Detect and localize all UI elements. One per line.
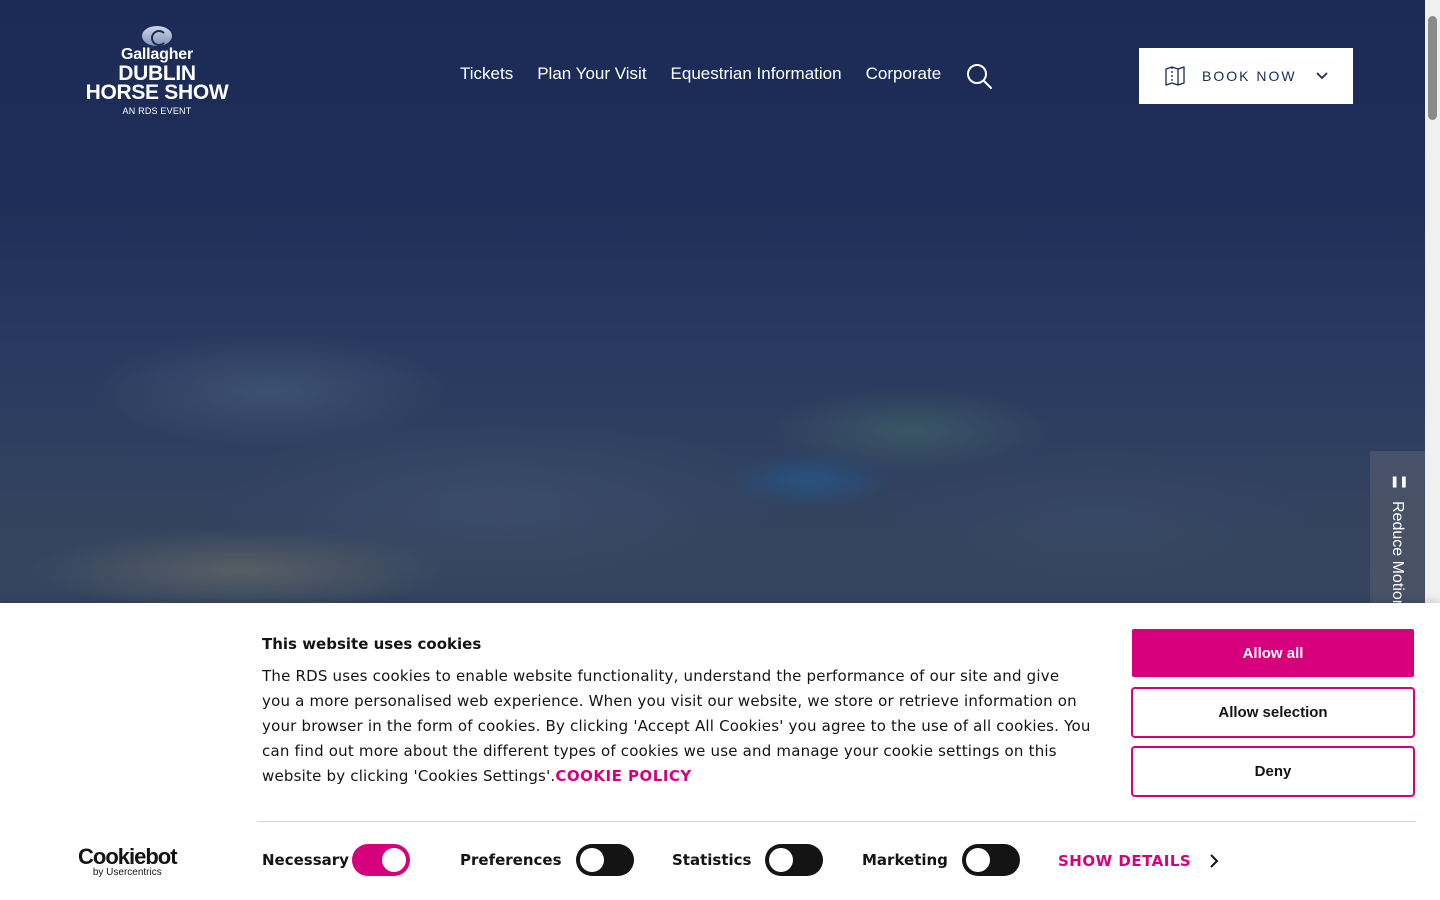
toggle-knob xyxy=(579,848,604,872)
nav-item-tickets[interactable]: Tickets xyxy=(460,64,513,84)
cookiebot-name: Cookiebot xyxy=(78,844,178,869)
toggle-statistics-label: Statistics xyxy=(672,851,752,869)
toggle-necessary-group: Necessary xyxy=(262,844,410,876)
toggle-necessary[interactable] xyxy=(351,844,410,876)
reduce-motion-toggle[interactable]: ❚❚ Reduce Motion xyxy=(1370,451,1425,611)
toggle-marketing-label: Marketing xyxy=(862,851,948,869)
chevron-right-icon xyxy=(1210,854,1219,868)
gallagher-logo-icon xyxy=(142,26,172,46)
nav-item-plan-your-visit[interactable]: Plan Your Visit xyxy=(537,64,646,84)
ticket-icon xyxy=(1165,66,1185,86)
cookiebot-logo[interactable]: Cookiebot by Usercentrics xyxy=(78,844,178,878)
cookiebot-byline: by Usercentrics xyxy=(92,867,162,878)
toggle-preferences[interactable] xyxy=(575,844,634,876)
logo-title-line2: HORSE SHOW xyxy=(85,81,229,104)
toggle-marketing-group: Marketing xyxy=(862,844,1020,876)
nav-item-corporate[interactable]: Corporate xyxy=(866,64,942,84)
show-details-link[interactable]: SHOW DETAILS xyxy=(1058,852,1219,870)
main-nav: Tickets Plan Your Visit Equestrian Infor… xyxy=(460,64,941,84)
toggle-marketing[interactable] xyxy=(961,844,1020,876)
toggle-statistics-group: Statistics xyxy=(672,844,824,876)
cookie-banner: This website uses cookies The RDS uses c… xyxy=(0,603,1440,900)
logo-subtitle: AN RDS EVENT xyxy=(122,106,192,116)
toggle-statistics[interactable] xyxy=(765,844,824,876)
scrollbar-thumb[interactable] xyxy=(1428,16,1437,120)
reduce-motion-label: Reduce Motion xyxy=(1389,501,1406,609)
search-icon[interactable] xyxy=(965,62,993,90)
toggle-knob xyxy=(965,848,990,872)
toggle-knob xyxy=(381,848,406,872)
cookie-title: This website uses cookies xyxy=(262,635,482,653)
nav-item-equestrian-information[interactable]: Equestrian Information xyxy=(671,64,842,84)
deny-button[interactable]: Deny xyxy=(1131,746,1415,797)
allow-selection-button[interactable]: Allow selection xyxy=(1131,687,1415,738)
book-now-button[interactable]: BOOK NOW xyxy=(1139,48,1353,104)
toggle-preferences-group: Preferences xyxy=(460,844,634,876)
chevron-down-icon xyxy=(1315,72,1328,80)
allow-all-button[interactable]: Allow all xyxy=(1132,629,1414,677)
cookie-description: The RDS uses cookies to enable website f… xyxy=(262,664,1092,789)
cookie-policy-link[interactable]: COOKIE POLICY xyxy=(555,767,691,785)
site-logo[interactable]: Gallagher DUBLIN HORSE SHOW AN RDS EVENT xyxy=(84,26,230,126)
show-details-label: SHOW DETAILS xyxy=(1058,852,1192,870)
toggle-necessary-label: Necessary xyxy=(262,851,349,869)
pause-icon: ❚❚ xyxy=(1390,475,1409,488)
toggle-knob xyxy=(769,848,794,872)
book-now-label: BOOK NOW xyxy=(1202,68,1297,84)
divider xyxy=(257,821,1416,822)
toggle-preferences-label: Preferences xyxy=(460,851,562,869)
